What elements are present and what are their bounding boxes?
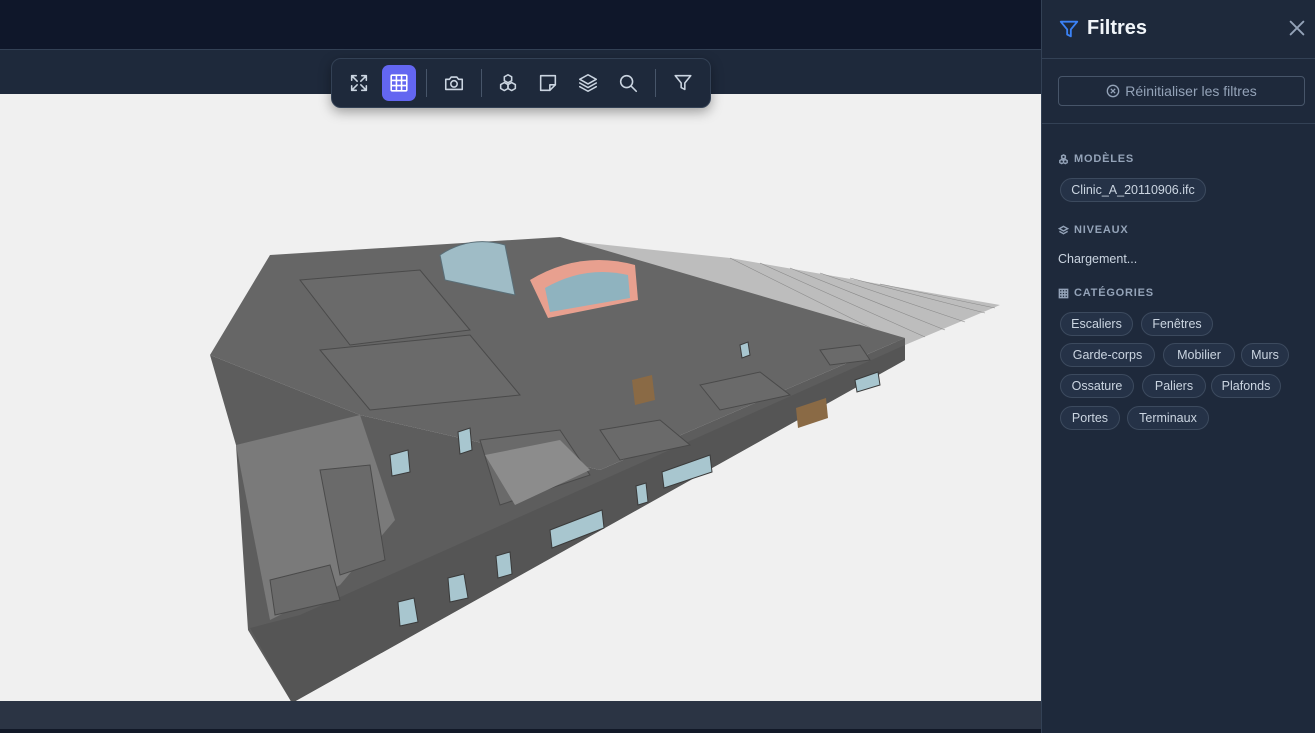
building-model-render [210, 237, 1000, 701]
category-chip-mobilier[interactable]: Mobilier [1163, 343, 1235, 367]
notes-button[interactable] [531, 65, 565, 101]
reset-filters-label: Réinitialiser les filtres [1125, 83, 1257, 99]
category-chip-paliers[interactable]: Paliers [1142, 374, 1206, 398]
toolbar-divider [480, 69, 482, 97]
camera-icon [444, 76, 463, 91]
category-chip-plafonds[interactable]: Plafonds [1211, 374, 1281, 398]
clear-circle-icon [1106, 84, 1120, 98]
close-icon[interactable] [1286, 17, 1308, 39]
layers-icon [1058, 225, 1069, 235]
status-bar [0, 701, 1041, 733]
category-chip-portes[interactable]: Portes [1060, 406, 1120, 430]
reset-filters-button[interactable]: Réinitialiser les filtres [1058, 76, 1305, 106]
category-chip-garde-corps[interactable]: Garde-corps [1060, 343, 1155, 367]
models-button[interactable] [492, 65, 526, 101]
panel-title: Filtres [1087, 17, 1148, 39]
filter-button[interactable] [666, 65, 700, 101]
category-chip-fenetres[interactable]: Fenêtres [1141, 312, 1213, 336]
cubes-icon [500, 73, 517, 92]
viewer-toolbar [331, 58, 711, 108]
expand-icon [350, 74, 368, 92]
screenshot-button[interactable] [437, 65, 471, 101]
category-chip-escaliers[interactable]: Escaliers [1060, 312, 1133, 336]
filter-icon [1058, 18, 1080, 40]
toolbar-divider [425, 69, 427, 97]
panel-header: Filtres [1042, 0, 1315, 59]
category-chip-terminaux[interactable]: Terminaux [1127, 406, 1209, 430]
layers-button[interactable] [571, 65, 605, 101]
note-icon [540, 74, 557, 92]
categories-section-label: CATÉGORIES [1058, 287, 1154, 299]
model-chip[interactable]: Clinic_A_20110906.ifc [1060, 178, 1206, 202]
filters-panel: Filtres Réinitialiser les filtres MODÈLE… [1041, 0, 1315, 733]
category-chip-murs[interactable]: Murs [1241, 343, 1289, 367]
reset-section: Réinitialiser les filtres [1042, 59, 1315, 124]
3d-viewport[interactable] [0, 94, 1041, 701]
fullscreen-button[interactable] [342, 65, 376, 101]
filter-icon [674, 74, 692, 91]
toolbar-divider [655, 69, 657, 97]
top-header-bar [0, 0, 1041, 49]
cubes-icon [1059, 153, 1068, 164]
layers-icon [579, 73, 598, 93]
levels-loading-text: Chargement... [1058, 252, 1138, 266]
grid-button[interactable] [381, 65, 416, 101]
search-icon [620, 74, 638, 93]
levels-section-label: NIVEAUX [1058, 224, 1129, 236]
grid-icon [1058, 288, 1069, 298]
category-chip-ossature[interactable]: Ossature [1060, 374, 1134, 398]
grid-icon [390, 74, 408, 92]
models-section-label: MODÈLES [1058, 153, 1134, 165]
search-button[interactable] [611, 65, 645, 101]
